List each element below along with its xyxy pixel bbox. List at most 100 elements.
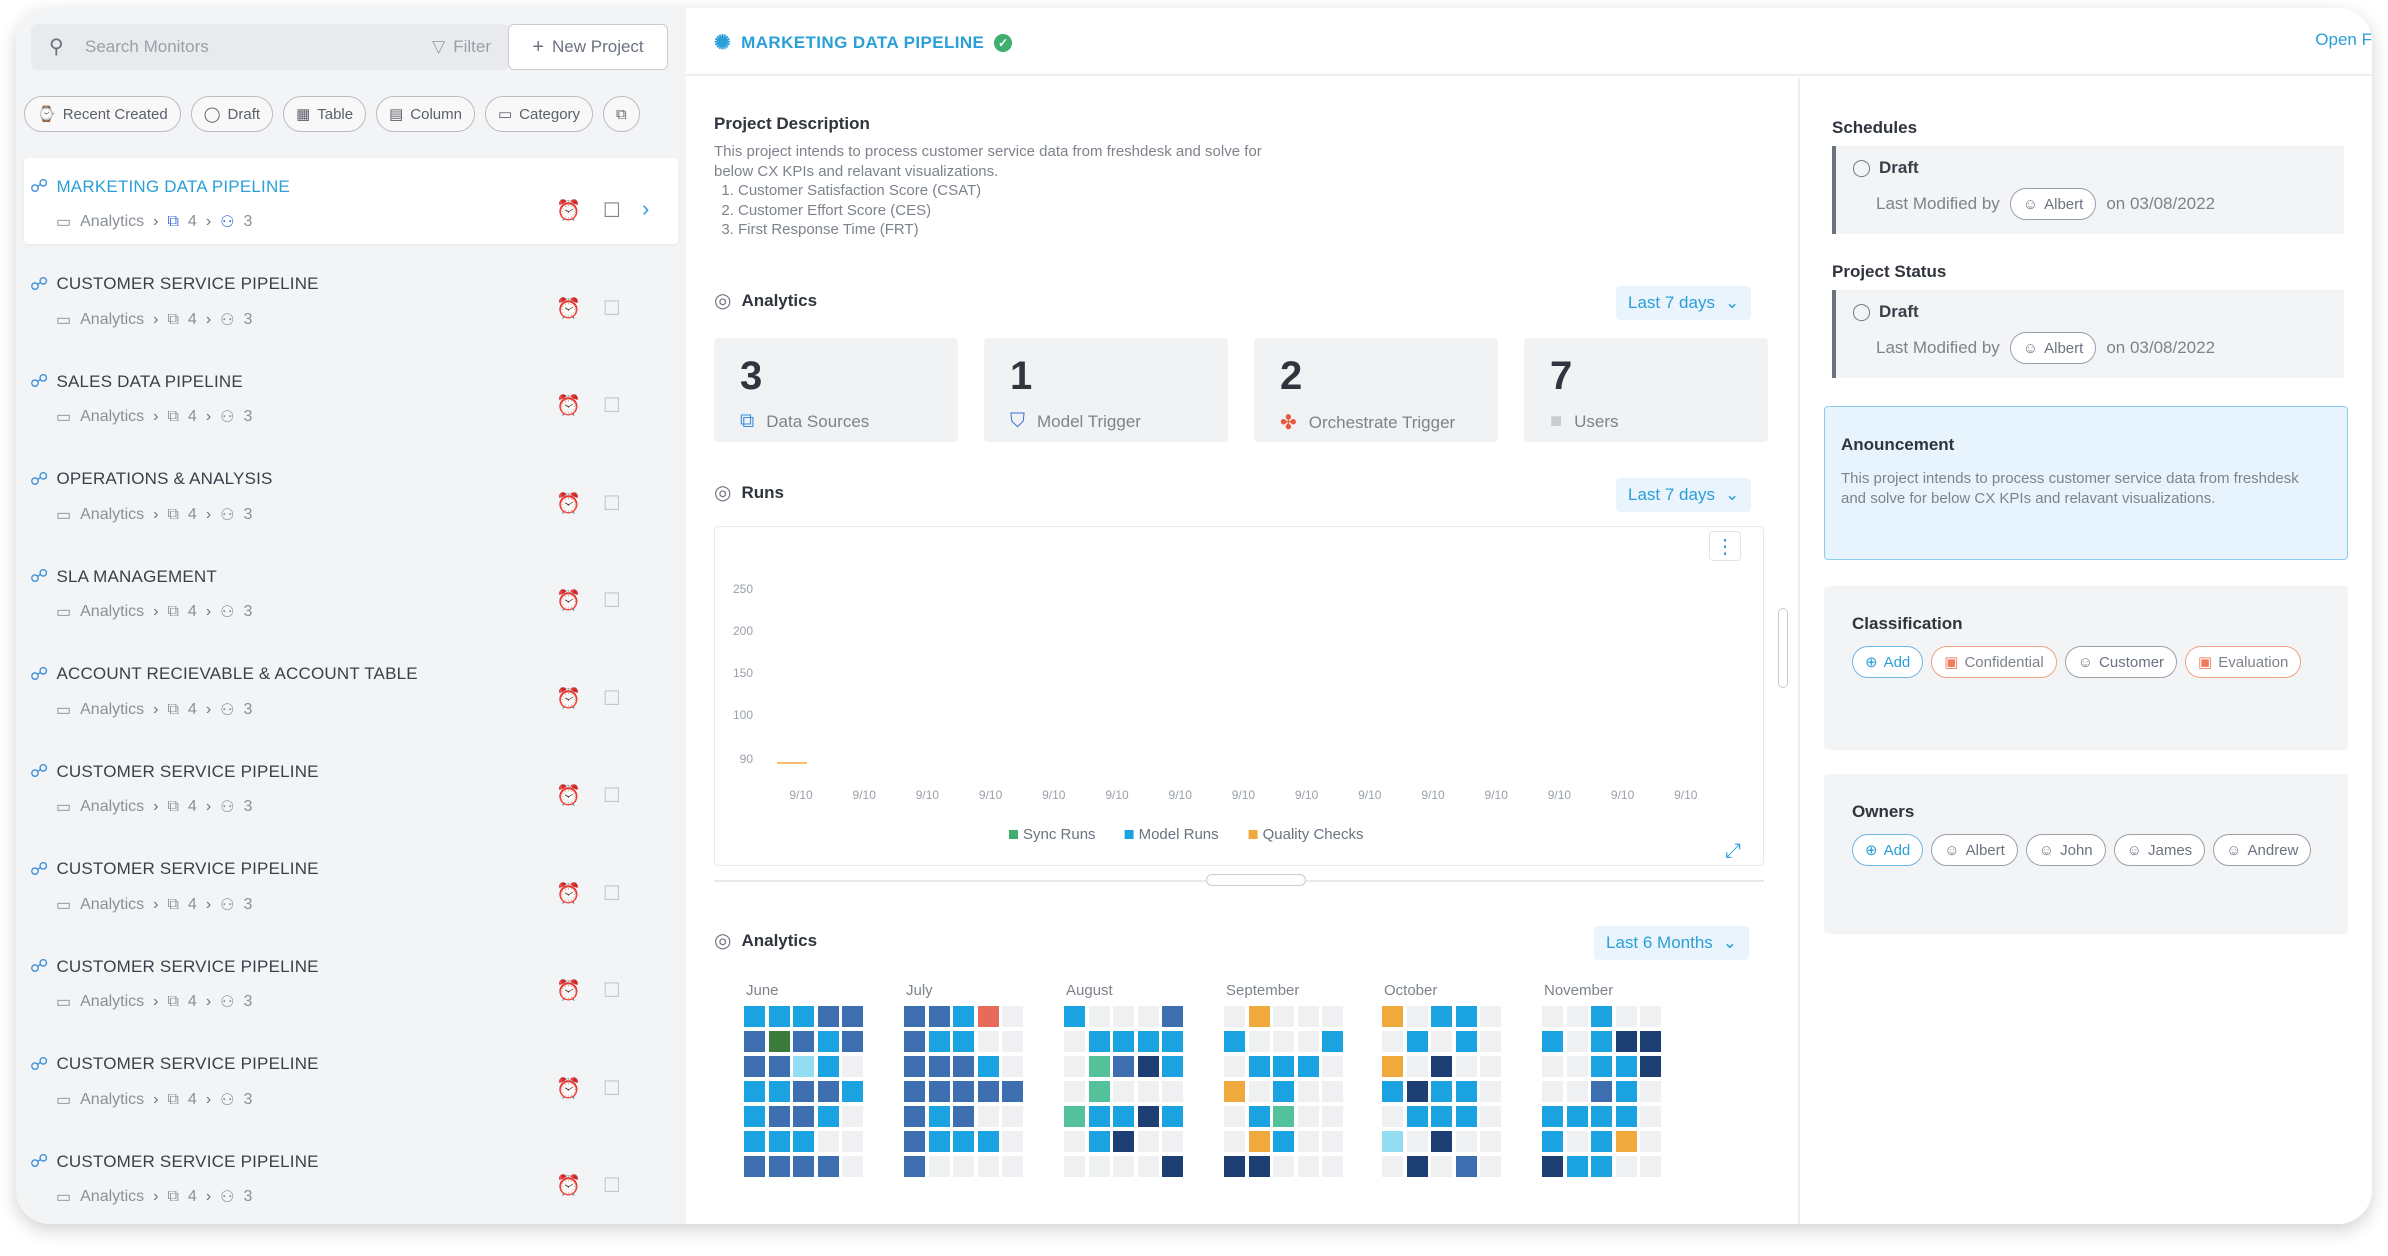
heatmap-cell[interactable] [1137, 1156, 1159, 1177]
heatmap-cell[interactable] [904, 1081, 925, 1102]
heatmap-cell[interactable] [1162, 1106, 1183, 1127]
heatmap-cell[interactable] [928, 1006, 950, 1027]
heatmap-cell[interactable] [744, 1006, 765, 1027]
heatmap-cell[interactable] [793, 1056, 814, 1077]
heatmap-cell[interactable] [1273, 1056, 1294, 1077]
heatmap-cell[interactable] [1064, 1081, 1085, 1102]
alarm-icon[interactable]: ⏰ [556, 1173, 581, 1198]
heatmap-cell[interactable] [1113, 1081, 1134, 1102]
heatmap-cell[interactable] [953, 1131, 974, 1152]
heatmap-cell[interactable] [1640, 1056, 1661, 1077]
tag-chip[interactable]: ☺ James [2113, 834, 2206, 866]
heatmap-cell[interactable] [977, 1031, 999, 1052]
heatmap-cell[interactable] [817, 1131, 839, 1152]
heatmap-cell[interactable] [1542, 1156, 1563, 1177]
heatmap-cell[interactable] [744, 1131, 765, 1152]
heatmap-cell[interactable] [1224, 1006, 1245, 1027]
tag-chip[interactable]: ▣ Confidential [1931, 646, 2057, 678]
heatmap-cell[interactable] [928, 1156, 950, 1177]
search-input[interactable]: Search Monitors [85, 37, 432, 57]
heatmap-cell[interactable] [1064, 1106, 1085, 1127]
heatmap-cell[interactable] [1382, 1131, 1403, 1152]
heatmap-cell[interactable] [904, 1106, 925, 1127]
heatmap-cell[interactable] [1088, 1106, 1110, 1127]
heatmap-cell[interactable] [1064, 1006, 1085, 1027]
heatmap-cell[interactable] [793, 1081, 814, 1102]
filter-chip[interactable]: ▦ Table [283, 96, 367, 132]
heatmap-cell[interactable] [1591, 1031, 1612, 1052]
notification-icon[interactable]: ☐ [603, 686, 621, 711]
heatmap-cell[interactable] [1566, 1056, 1588, 1077]
heatmap-cell[interactable] [1591, 1106, 1612, 1127]
heatmap-cell[interactable] [1322, 1106, 1343, 1127]
heatmap-cell[interactable] [817, 1056, 839, 1077]
heatmap-cell[interactable] [1566, 1106, 1588, 1127]
heatmap-cell[interactable] [1002, 1056, 1023, 1077]
heatmap-cell[interactable] [1640, 1031, 1661, 1052]
heatmap-cell[interactable] [842, 1031, 863, 1052]
notification-icon[interactable]: ☐ [603, 393, 621, 418]
heatmap-cell[interactable] [1224, 1106, 1245, 1127]
heatmap-cell[interactable] [904, 1006, 925, 1027]
runs-range-dropdown[interactable]: Last 7 days ⌄ [1616, 478, 1752, 512]
project-list-item[interactable]: ☍ CUSTOMER SERVICE PIPELINE ▭ Analytics › ⧉ 4 ›… [16, 1133, 686, 1224]
heatmap-cell[interactable] [1322, 1031, 1343, 1052]
heatmap-cell[interactable] [1542, 1131, 1563, 1152]
heatmap-cell[interactable] [1002, 1031, 1023, 1052]
heatmap-cell[interactable] [1137, 1056, 1159, 1077]
heatmap-cell[interactable] [928, 1056, 950, 1077]
heatmap-cell[interactable] [1406, 1081, 1428, 1102]
heatmap-cell[interactable] [1566, 1081, 1588, 1102]
heatmap-cell[interactable] [1273, 1081, 1294, 1102]
heatmap-cell[interactable] [953, 1056, 974, 1077]
heatmap-cell[interactable] [1273, 1031, 1294, 1052]
heatmap-cell[interactable] [842, 1131, 863, 1152]
alarm-icon[interactable]: ⏰ [556, 491, 581, 516]
heatmap-cell[interactable] [1088, 1081, 1110, 1102]
heatmap-cell[interactable] [1273, 1131, 1294, 1152]
heatmap-cell[interactable] [953, 1106, 974, 1127]
heatmap-cell[interactable] [1431, 1031, 1452, 1052]
heatmap-cell[interactable] [842, 1056, 863, 1077]
heatmap-cell[interactable] [1591, 1131, 1612, 1152]
analytics-range-dropdown[interactable]: Last 7 days ⌄ [1616, 286, 1752, 320]
heatmap-cell[interactable] [1431, 1131, 1452, 1152]
heatmap-cell[interactable] [842, 1106, 863, 1127]
project-list-item[interactable]: ☍ CUSTOMER SERVICE PIPELINE ▭ Analytics › ⧉ 4 ›… [16, 938, 686, 1036]
project-list-item[interactable]: ☍ OPERATIONS & ANALYSIS ▭ Analytics › ⧉ 4 › ⚇ 3 ⏰ ☐ [16, 451, 686, 549]
heatmap-cell[interactable] [1113, 1006, 1134, 1027]
alarm-icon[interactable]: ⏰ [556, 686, 581, 711]
heatmap-cell[interactable] [1431, 1006, 1452, 1027]
heatmap-cell[interactable] [928, 1131, 950, 1152]
heatmap-cell[interactable] [1406, 1006, 1428, 1027]
project-list-item[interactable]: ☍ CUSTOMER SERVICE PIPELINE ▭ Analytics › ⧉ 4 ›… [16, 743, 686, 841]
heatmap-cell[interactable] [1002, 1131, 1023, 1152]
heatmap-cell[interactable] [1297, 1106, 1319, 1127]
heatmap-cell[interactable] [1431, 1056, 1452, 1077]
heatmap-cell[interactable] [1406, 1031, 1428, 1052]
heatmap-cell[interactable] [1297, 1156, 1319, 1177]
heatmap-cell[interactable] [1002, 1006, 1023, 1027]
alarm-icon[interactable]: ⏰ [556, 588, 581, 613]
search-bar[interactable]: ⚲ Search Monitors ▽ Filter [31, 24, 509, 70]
heatmap-cell[interactable] [1615, 1006, 1637, 1027]
heatmap-cell[interactable] [1224, 1081, 1245, 1102]
heatmap-cell[interactable] [1248, 1131, 1270, 1152]
heatmap-cell[interactable] [842, 1006, 863, 1027]
heatmap-cell[interactable] [1162, 1131, 1183, 1152]
heatmap-cell[interactable] [768, 1106, 790, 1127]
chart-menu-button[interactable]: ⋮ [1709, 531, 1741, 561]
heatmap-cell[interactable] [1113, 1031, 1134, 1052]
heatmap-cell[interactable] [953, 1156, 974, 1177]
heatmap-cell[interactable] [1088, 1031, 1110, 1052]
project-list-item[interactable]: ☍ CUSTOMER SERVICE PIPELINE ▭ Analytics › ⧉ 4 ›… [16, 1036, 686, 1134]
heatmap-cell[interactable] [1382, 1081, 1403, 1102]
tag-chip[interactable]: ☺ John [2025, 834, 2106, 866]
filter-chip[interactable]: ▤ Column [376, 96, 475, 132]
filter-chip[interactable]: ▭ Category [484, 96, 594, 132]
heatmap-cell[interactable] [1480, 1081, 1501, 1102]
heatmap-cell[interactable] [1113, 1106, 1134, 1127]
heatmap-cell[interactable] [1297, 1031, 1319, 1052]
filter-chip[interactable]: ⧉ [603, 96, 640, 132]
notification-icon[interactable]: ☐ [603, 978, 621, 1003]
